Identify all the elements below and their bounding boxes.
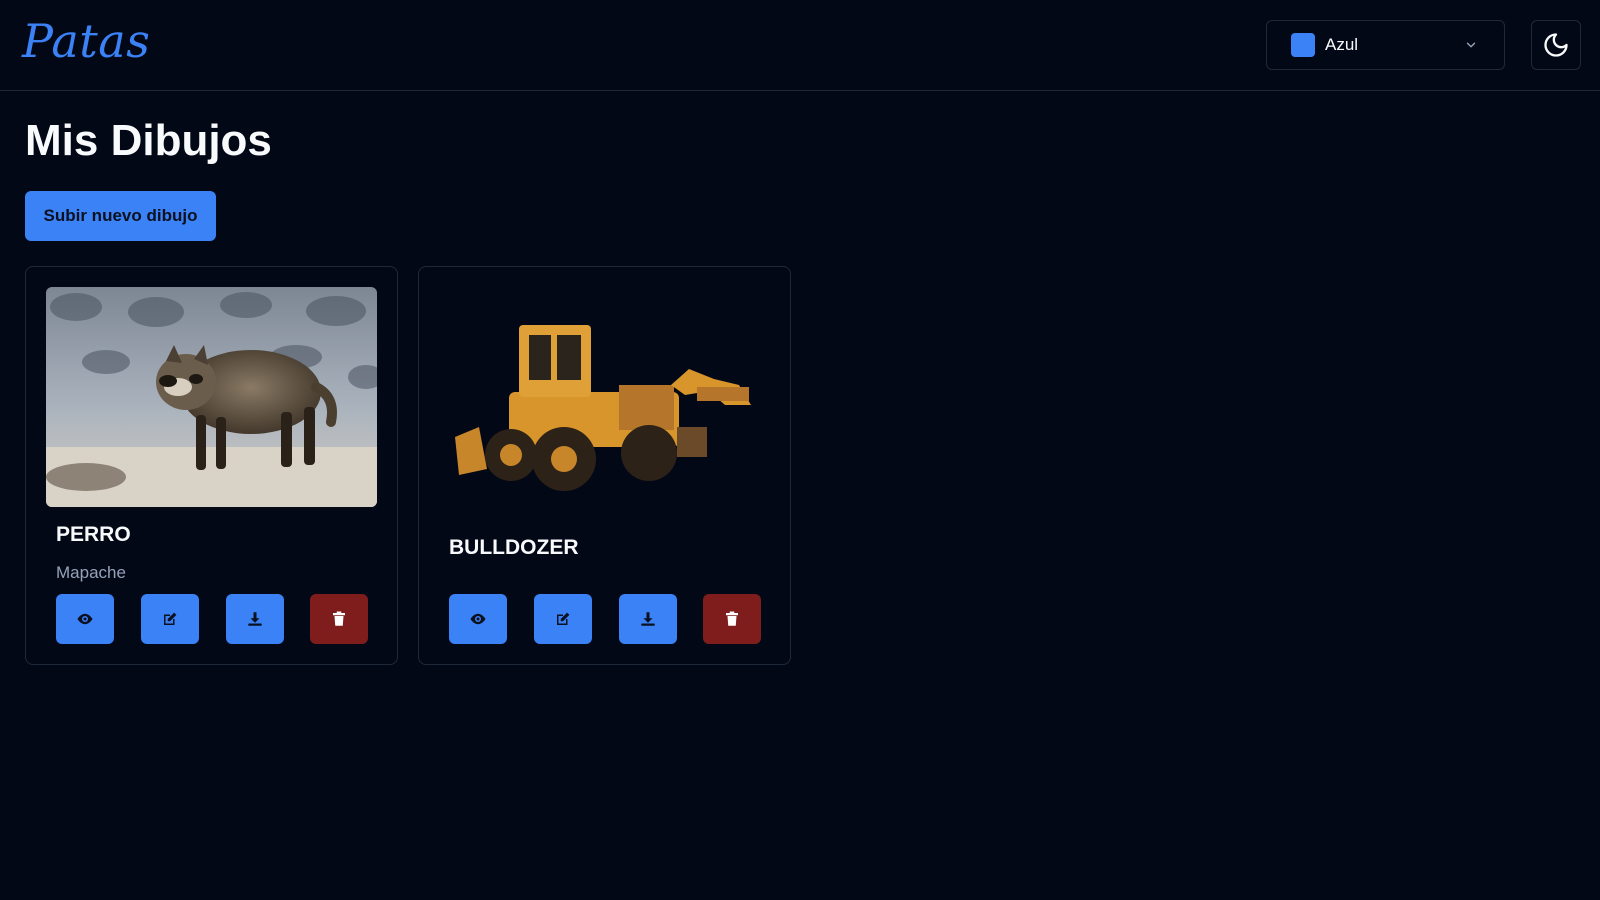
raccoon-dog-image (46, 287, 377, 507)
dark-mode-toggle-button[interactable] (1531, 20, 1581, 70)
upload-drawing-button[interactable]: Subir nuevo dibujo (25, 191, 216, 241)
download-icon (248, 612, 262, 626)
trash-icon (726, 611, 738, 626)
edit-button[interactable] (141, 594, 199, 644)
drawing-title: PERRO (56, 523, 131, 546)
page-title: Mis Dibujos (25, 116, 272, 165)
drawing-card: BULLDOZER (418, 266, 791, 665)
drawing-thumbnail[interactable] (46, 287, 377, 507)
delete-button[interactable] (703, 594, 761, 644)
top-header: Patas Azul (0, 0, 1600, 91)
card-actions (449, 594, 762, 644)
view-button[interactable] (56, 594, 114, 644)
trash-icon (333, 611, 345, 626)
color-swatch (1291, 33, 1315, 57)
view-button[interactable] (449, 594, 507, 644)
eye-icon (470, 613, 486, 625)
drawing-description: Mapache (56, 563, 126, 582)
edit-icon (164, 612, 177, 625)
theme-select-value: Azul (1325, 35, 1359, 54)
app-logo[interactable]: Patas (22, 14, 150, 68)
chevron-down-icon (1466, 42, 1476, 48)
download-button[interactable] (619, 594, 677, 644)
moon-icon (1544, 33, 1568, 57)
download-button[interactable] (226, 594, 284, 644)
delete-button[interactable] (310, 594, 368, 644)
eye-icon (77, 613, 93, 625)
theme-color-select[interactable]: Azul (1266, 20, 1505, 70)
drawing-card: PERRO Mapache (25, 266, 398, 665)
drawing-thumbnail[interactable] (439, 287, 770, 507)
edit-icon (557, 612, 570, 625)
download-icon (641, 612, 655, 626)
card-actions (56, 594, 369, 644)
edit-button[interactable] (534, 594, 592, 644)
bulldozer-image (439, 287, 770, 507)
drawing-title: BULLDOZER (449, 536, 579, 559)
